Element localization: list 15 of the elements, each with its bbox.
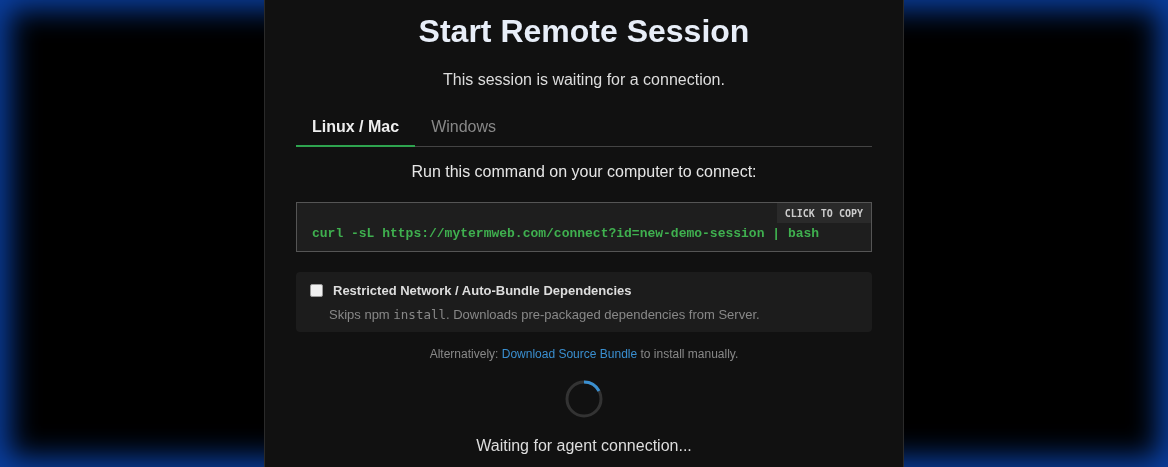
download-link[interactable]: Download Source Bundle (501, 347, 638, 361)
option-description: Skips npm install. Downloads pre-packaged dependencies from Server. (329, 307, 761, 322)
option-label: Restricted Network / Auto-Bundle Dependencies (333, 283, 632, 298)
instruction-text: Run this command on your computer to connect: (411, 162, 757, 182)
os-tab[interactable]: Windows (415, 110, 513, 147)
command-box[interactable]: CLICK TO COPY curl -sL https://mytermweb.com/connect?id=new-demo-session | bash (296, 202, 872, 252)
checkbox[interactable] (310, 284, 323, 297)
copy-button[interactable]: CLICK TO COPY (776, 203, 871, 223)
command-text: curl -sL https://mytermweb.com/connect?id=new-demo-session | bash (312, 226, 820, 241)
spinner-icon (564, 379, 604, 419)
waiting-text: Waiting for agent connection... (476, 437, 692, 455)
alternative-text: Alternatively: Download Source Bundle to install manually. (429, 347, 739, 361)
page-title: Start Remote Session (418, 12, 750, 50)
session-status-text: This session is waiting for a connection. (443, 70, 725, 90)
os-tab[interactable]: Linux / Mac (296, 110, 416, 147)
